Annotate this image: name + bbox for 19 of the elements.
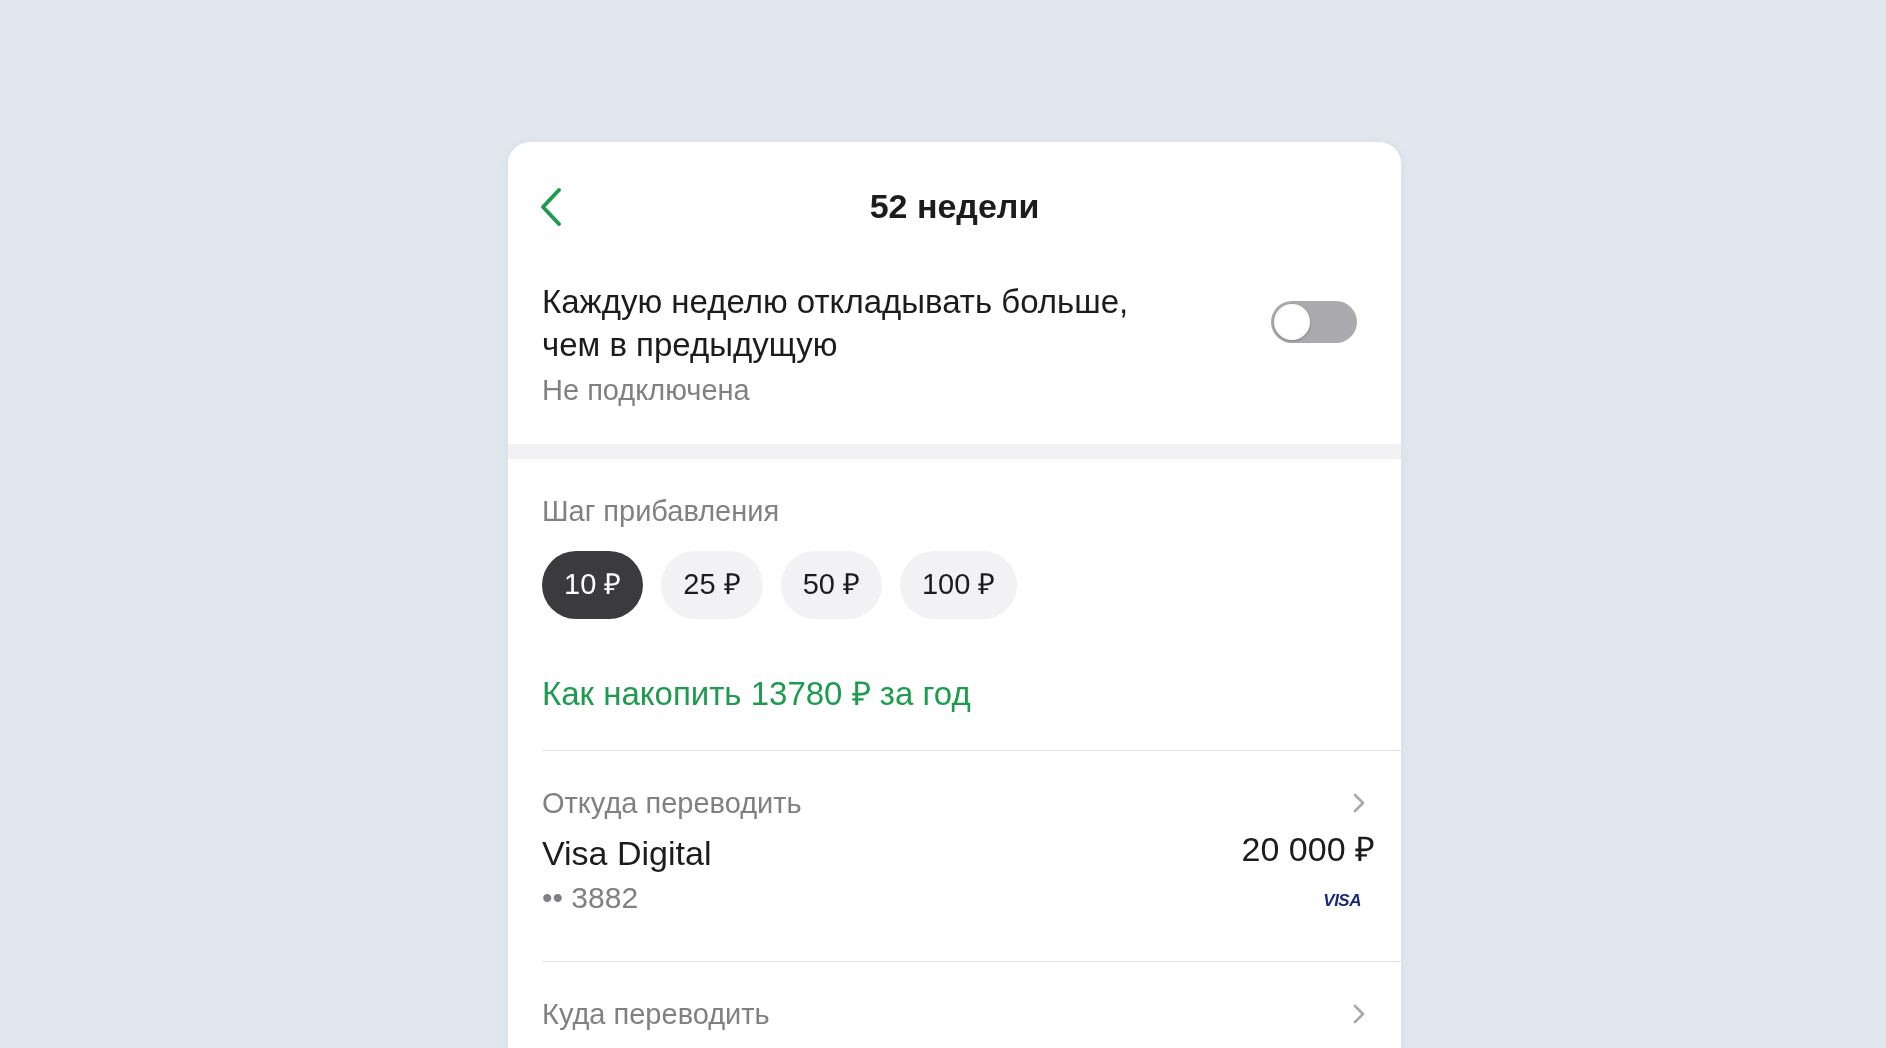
account-name: Visa Digital: [542, 833, 712, 873]
step-chip[interactable]: 50 ₽: [780, 551, 882, 619]
chevron-right-icon: [1353, 793, 1365, 813]
toggle-status: Не подключена: [542, 373, 750, 408]
toggle-label: Каждую неделю откладывать больше, чем в предыдущую: [542, 282, 1130, 365]
savings-link[interactable]: Как накопить 13780 ₽ за год: [542, 672, 971, 716]
chevron-left-icon: [539, 187, 563, 227]
step-label: Шаг прибавления: [542, 494, 780, 529]
chevron-right-icon: [1353, 1004, 1365, 1024]
page-title: 52 недели: [869, 186, 1040, 227]
step-chip[interactable]: 10 ₽: [542, 551, 644, 619]
transfer-from-label: Откуда переводить: [542, 786, 802, 821]
toggle-switch[interactable]: [1271, 301, 1357, 343]
card-number: •• 3882: [542, 880, 639, 916]
step-chip[interactable]: 100 ₽: [900, 551, 1018, 619]
card-brand: VISA: [1323, 891, 1361, 911]
step-chip[interactable]: 25 ₽: [661, 551, 763, 619]
transfer-to-label: Куда переводить: [542, 997, 770, 1032]
account-balance: 20 000 ₽: [1241, 829, 1375, 869]
